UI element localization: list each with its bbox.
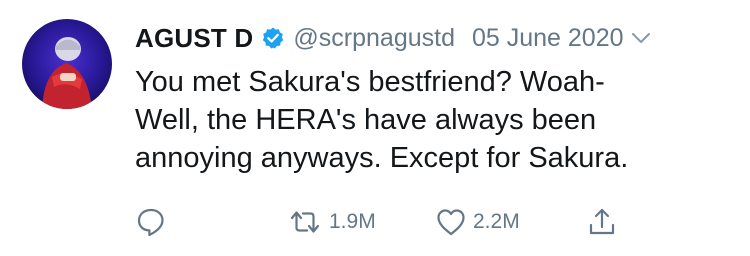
tweet-text-line: You met Sakura's bestfriend? Woah- [135, 66, 605, 98]
chevron-down-icon[interactable] [630, 27, 652, 49]
tweet-header: AGUST D @scrpnagustd 05 June 2020 [135, 23, 652, 53]
like-count: 2.2M [473, 210, 520, 233]
retweet-button[interactable]: 1.9M [287, 205, 376, 239]
verified-badge-icon [261, 26, 285, 50]
tweet-text-line: annoying anyways. Except for Sakura. [135, 142, 629, 174]
author-avatar[interactable] [22, 19, 112, 109]
retweet-icon [290, 211, 320, 233]
reply-button[interactable] [135, 205, 167, 239]
share-icon [589, 208, 615, 235]
like-button[interactable]: 2.2M [435, 205, 520, 239]
heart-icon [437, 209, 465, 236]
avatar-image [22, 19, 112, 109]
retweet-count: 1.9M [329, 210, 376, 233]
reply-icon [137, 208, 164, 237]
tweet-card: AGUST D @scrpnagustd 05 June 2020 You me… [0, 0, 750, 256]
tweet-text-line: Well, the HERA's have always been [135, 104, 597, 136]
author-display-name[interactable]: AGUST D [135, 23, 253, 54]
author-handle[interactable]: @scrpnagustd [293, 24, 455, 53]
tweet-date[interactable]: 05 June 2020 [472, 24, 624, 53]
tweet-text: You met Sakura's bestfriend? Woah- Well,… [135, 63, 735, 177]
share-button[interactable] [587, 205, 617, 239]
